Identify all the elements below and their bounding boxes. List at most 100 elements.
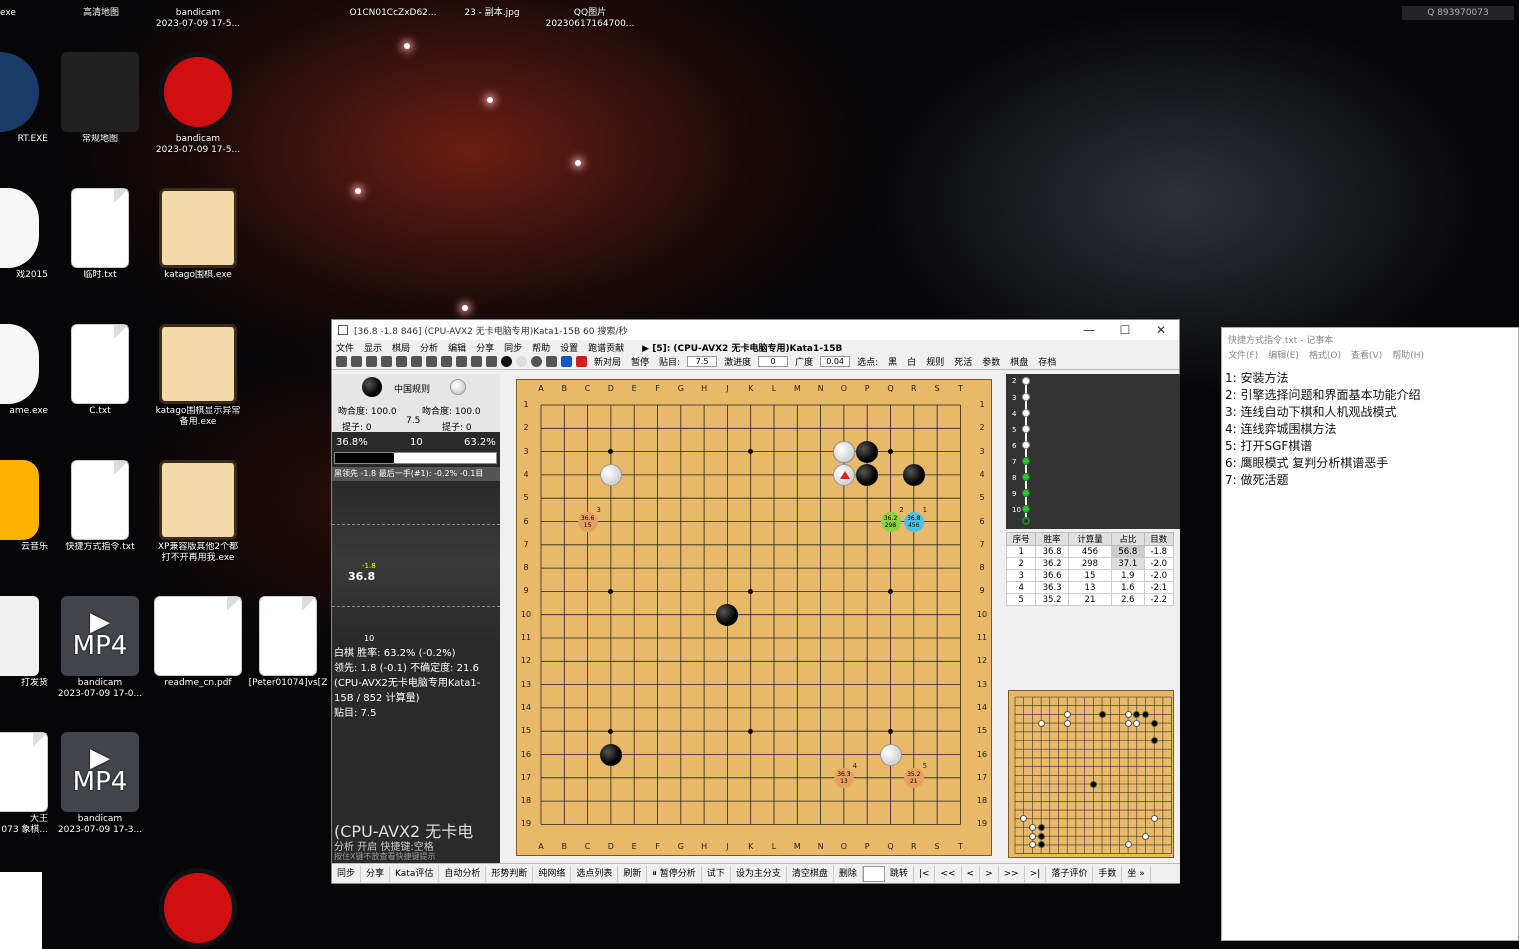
file-icon[interactable] xyxy=(0,872,42,949)
tree-node[interactable] xyxy=(1022,505,1030,513)
desktop-icon-mp4-2[interactable]: ▶ MP4 bandicam 2023-07-09 17-3... xyxy=(52,732,148,836)
title-bar[interactable]: [36.8 -1.8 846] (CPU-AVX2 无卡电脑专用)Kata1-1… xyxy=(332,320,1179,340)
undo-icon[interactable] xyxy=(426,356,437,367)
column-header[interactable]: 胜率 xyxy=(1035,532,1069,546)
desktop-icon-game[interactable]: ame.exe xyxy=(0,324,48,417)
delete-button[interactable]: 删除 xyxy=(834,865,863,882)
table-row[interactable]: 1 36.8 456 56.8 -1.8 xyxy=(1005,545,1175,558)
desktop-icon-txt[interactable]: 临时.txt xyxy=(52,188,148,281)
back-10-button[interactable]: << xyxy=(935,865,962,882)
desktop-icon-qq[interactable]: 戏2015 xyxy=(0,188,48,281)
desktop-icon-chess[interactable]: 大王 073 象棋... xyxy=(0,732,48,836)
maximize-icon[interactable]: ☐ xyxy=(1107,323,1143,337)
redo-icon[interactable] xyxy=(441,356,452,367)
notepad-menu-file[interactable]: 文件(F) xyxy=(1228,348,1258,364)
white-stone-icon[interactable] xyxy=(516,356,527,367)
table-row[interactable]: 3 36.6 15 1.9 -2.0 xyxy=(1005,569,1175,582)
set-main-branch-button[interactable]: 设为主分支 xyxy=(731,865,787,882)
tree-node[interactable] xyxy=(1022,409,1030,417)
tree-node[interactable] xyxy=(1022,457,1030,465)
pause-analysis-button[interactable]: ⏸ 暂停分析 xyxy=(647,865,702,882)
column-header[interactable]: 目数 xyxy=(1143,532,1175,546)
pause-button[interactable]: 暂停 xyxy=(628,355,652,368)
estimate-button[interactable]: 形势判断 xyxy=(486,865,534,882)
back-button[interactable]: < xyxy=(962,865,981,882)
aggression-input[interactable]: 0 xyxy=(758,356,789,367)
notepad-window[interactable]: 快捷方式指令.txt - 记事本 文件(F) 编辑(E) 格式(O) 查看(V)… xyxy=(1221,327,1519,941)
candidate-table[interactable]: 序号 胜率 计算量 占比 目数 1 36.8 456 56.8 -1.8 2 36.2 29… xyxy=(1005,532,1175,606)
notepad-menu-edit[interactable]: 编辑(E) xyxy=(1268,348,1299,364)
deadstone-button[interactable]: 死活 xyxy=(951,355,975,368)
auto-analysis-button[interactable]: 自动分析 xyxy=(439,865,487,882)
menu-file[interactable]: 文件 xyxy=(336,341,354,354)
engine-selector[interactable]: ▶ [5]: (CPU-AVX2 无卡电脑专用)Kata1-15B xyxy=(642,341,842,354)
width-input[interactable]: 0.04 xyxy=(820,356,851,367)
notepad-menu-format[interactable]: 格式(O) xyxy=(1309,348,1341,364)
desktop-label[interactable]: 23 - 副本.jpg xyxy=(442,8,542,19)
menu-sync[interactable]: 同步 xyxy=(504,341,522,354)
circle-icon[interactable] xyxy=(411,356,422,367)
desktop-icon-rt[interactable]: RT.EXE xyxy=(0,52,48,145)
menu-analysis[interactable]: 分析 xyxy=(420,341,438,354)
notepad-menu-view[interactable]: 查看(V) xyxy=(1351,348,1382,364)
chart-icon[interactable] xyxy=(396,356,407,367)
menu-view[interactable]: 显示 xyxy=(364,341,382,354)
desktop-icon-map[interactable]: 常规地图 xyxy=(52,52,148,145)
column-header[interactable]: 占比 xyxy=(1111,532,1145,546)
column-header[interactable]: 序号 xyxy=(1005,532,1037,546)
desktop-icon-shortcut-txt[interactable]: 快捷方式指令.txt xyxy=(52,460,148,553)
hand-icon[interactable] xyxy=(546,356,557,367)
go-board[interactable]: AABBCCDDEEFFGGHHJJKKLLMMNNOOPPQQRRSSTT11… xyxy=(516,379,992,856)
menu-share[interactable]: 分享 xyxy=(476,341,494,354)
more-button[interactable]: 坐 » xyxy=(1122,865,1151,882)
tree-node[interactable] xyxy=(1022,489,1030,497)
desktop-icon-sgf[interactable]: [Peter01074]vs[Z xyxy=(246,596,330,689)
tree-node[interactable] xyxy=(1022,425,1030,433)
pick-white-checkbox[interactable]: 白 xyxy=(904,355,919,368)
new-game-button[interactable]: 新对局 xyxy=(591,355,624,368)
desktop-label[interactable]: 高清地图 xyxy=(51,8,151,19)
pick-black-checkbox[interactable]: 黑 xyxy=(885,355,900,368)
alternate-stone-icon[interactable] xyxy=(531,356,542,367)
menu-edit[interactable]: 编辑 xyxy=(448,341,466,354)
kata-eval-button[interactable]: Kata评估 xyxy=(390,865,440,882)
katago-window[interactable]: [36.8 -1.8 846] (CPU-AVX2 无卡电脑专用)Kata1-1… xyxy=(331,319,1180,884)
column-header[interactable]: 计算量 xyxy=(1067,532,1113,546)
last-move-button[interactable]: >| xyxy=(1025,865,1047,882)
jump-button[interactable]: 跳转 xyxy=(885,865,914,882)
try-button[interactable]: 试下 xyxy=(702,865,731,882)
desktop-icon-katago-xp[interactable]: XP兼容版其他2个都 打不开再用我.exe xyxy=(150,460,246,564)
params-button[interactable]: 参数 xyxy=(979,355,1003,368)
down-arrow-icon[interactable] xyxy=(456,356,467,367)
jump-input[interactable] xyxy=(862,865,885,882)
folder-icon[interactable] xyxy=(351,356,362,367)
clear-board-button[interactable]: 清空棋盘 xyxy=(787,865,834,882)
mini-board[interactable] xyxy=(1008,690,1174,858)
tree-node[interactable] xyxy=(1022,377,1030,385)
table-row[interactable]: 2 36.2 298 37.1 -2.0 xyxy=(1005,557,1175,570)
save-icon[interactable] xyxy=(366,356,377,367)
flash-icon[interactable] xyxy=(381,356,392,367)
desktop-icon-c-txt[interactable]: C.txt xyxy=(52,324,148,417)
desktop-label[interactable]: exe xyxy=(0,8,16,18)
open-icon[interactable] xyxy=(336,356,347,367)
share-button[interactable]: 分享 xyxy=(361,865,391,882)
tree-node[interactable] xyxy=(1022,441,1030,449)
menu-game[interactable]: 棋局 xyxy=(392,341,410,354)
desktop-icon-bandicam[interactable]: bandicam 2023-07-09 17-5... xyxy=(150,52,246,156)
first-move-button[interactable]: |< xyxy=(914,865,936,882)
candidate-list-button[interactable]: 选点列表 xyxy=(571,865,619,882)
menu-settings[interactable]: 设置 xyxy=(560,341,578,354)
save-game-button[interactable]: 存档 xyxy=(1035,355,1059,368)
tree-node[interactable] xyxy=(1022,393,1030,401)
desktop-icon-katago[interactable]: katago围棋.exe xyxy=(150,188,246,281)
desktop-icon-katago-backup[interactable]: katago围棋显示异常 备用.exe xyxy=(150,324,246,428)
notepad-text-area[interactable]: 1: 安装方法 2: 引擎选择问题和界面基本功能介绍 3: 连线自动下棋和人机观… xyxy=(1222,364,1518,495)
table-row[interactable]: 5 35.2 21 2.6 -2.2 xyxy=(1005,593,1175,606)
desktop-icon-mp4[interactable]: ▶ MP4 bandicam 2023-07-09 17-0... xyxy=(52,596,148,700)
board-button[interactable]: 棋盘 xyxy=(1007,355,1031,368)
black-stone-icon[interactable] xyxy=(501,356,512,367)
desktop-label[interactable]: O1CN01CcZxD62... xyxy=(343,8,443,19)
move-tree[interactable]: 2 3 4 5 6 7 8 9 10 xyxy=(1006,374,1180,529)
desktop-icon-pdf[interactable]: readme_cn.pdf xyxy=(150,596,246,689)
